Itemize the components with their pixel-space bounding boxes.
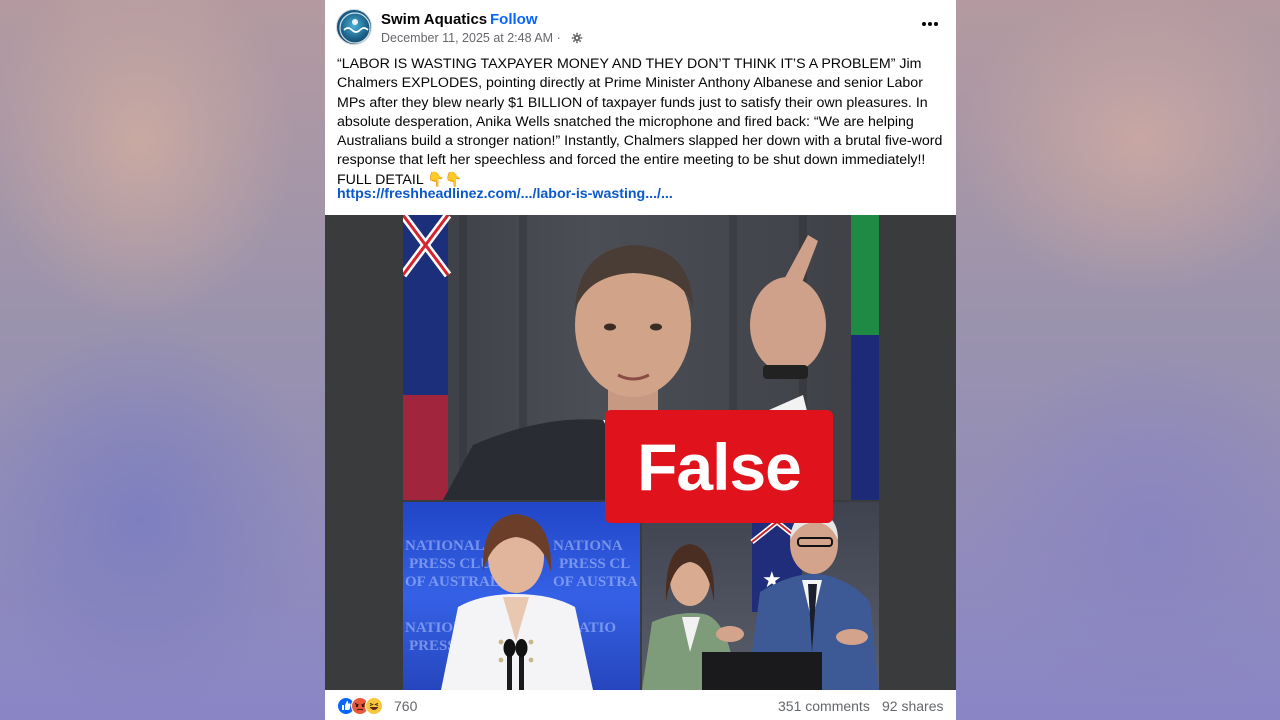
swim-logo-icon	[339, 12, 371, 44]
woman-press-club-illustration: NATIONAL PRESS CLUB OF AUSTRALIA NATIONA…	[405, 514, 638, 690]
follow-button[interactable]: Follow	[490, 11, 538, 28]
gear-icon[interactable]	[571, 32, 583, 44]
shares-count-link[interactable]: 92 shares	[882, 698, 943, 714]
reaction-count[interactable]: 760	[394, 698, 417, 714]
svg-text:NATIONA: NATIONA	[553, 538, 623, 554]
two-speakers-illustration: ★	[642, 502, 879, 690]
collage-panel-bottom-left: NATIONAL PRESS CLUB OF AUSTRALIA NATIONA…	[403, 502, 640, 690]
svg-text:PRESS CL: PRESS CL	[559, 556, 630, 572]
post-timestamp[interactable]: December 11, 2025 at 2:48 AM ·	[381, 31, 561, 45]
collage-panel-bottom-right: ★	[642, 502, 879, 690]
facebook-post: Swim Aquatics · Follow December 11, 2025…	[325, 0, 956, 720]
page-avatar[interactable]	[336, 9, 372, 45]
meta-separator: ·	[556, 31, 561, 45]
page-name-link[interactable]: Swim Aquatics	[381, 11, 487, 28]
post-header: Swim Aquatics · Follow December 11, 2025…	[325, 0, 956, 50]
more-icon[interactable]	[919, 13, 941, 35]
svg-text:OF AUSTRA: OF AUSTRA	[553, 574, 638, 590]
reactions-summary[interactable]	[337, 697, 393, 715]
fact-check-false-badge: False	[605, 410, 833, 523]
haha-icon	[365, 697, 383, 715]
name-follow-separator: ·	[481, 11, 486, 28]
post-date[interactable]: December 11, 2025 at 2:48 AM	[381, 31, 553, 45]
post-footer: 760 351 comments 92 shares	[325, 690, 956, 720]
comments-count-link[interactable]: 351 comments	[778, 698, 870, 714]
post-image[interactable]: NATIONAL PRESS CLUB OF AUSTRALIA NATIONA…	[325, 215, 956, 690]
svg-text:NATIONAL: NATIONAL	[405, 538, 485, 554]
post-article-link[interactable]: https://freshheadlinez.com/.../labor-is-…	[337, 186, 673, 202]
post-body-text: “LABOR IS WASTING TAXPAYER MONEY AND THE…	[337, 56, 943, 188]
image-collage: NATIONAL PRESS CLUB OF AUSTRALIA NATIONA…	[403, 215, 879, 690]
